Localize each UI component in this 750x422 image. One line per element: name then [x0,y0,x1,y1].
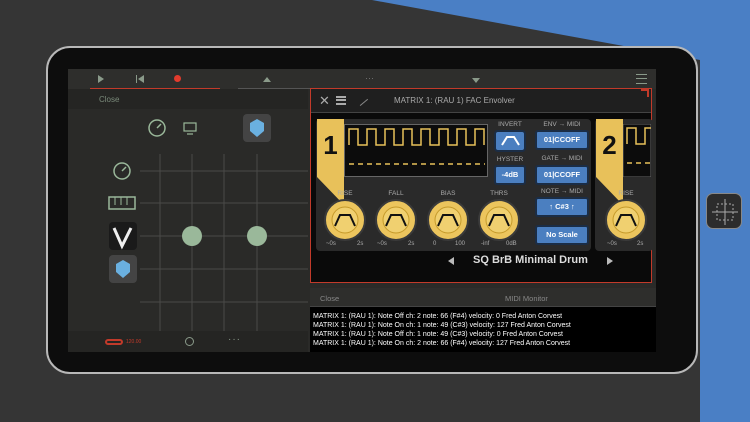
note-midi-button[interactable]: ↑ C#3 ↑ [535,197,589,217]
rise-label: RISE [618,190,634,197]
matrix-grid[interactable] [68,109,308,331]
plugin-v-icon[interactable] [109,222,137,250]
rewind-icon[interactable] [136,75,144,83]
log-line: MATRIX 1: (RAU 1): Note Off ch: 1 note: … [313,331,563,338]
invert-button[interactable] [494,130,526,152]
rise-label: RISE [337,190,353,197]
bottom-bar: 120.00 ··· [68,331,308,352]
note-midi-label: NOTE → MIDI [541,188,583,195]
log-line: MATRIX 1: (RAU 1): Note On ch: 2 note: 6… [313,340,571,347]
bias-label: BIAS [440,190,456,197]
fall-label: FALL [388,190,404,197]
chevron-down-icon[interactable] [472,78,480,83]
plugin-logo-icon[interactable] [109,255,137,283]
midi-monitor: Close MIDI Monitor MATRIX 1: (RAU 1): No… [310,288,656,352]
log-line: MATRIX 1: (RAU 1): Note On ch: 1 note: 4… [313,322,571,329]
keyboard-icon[interactable] [108,196,136,210]
rise-knob[interactable] [604,198,648,242]
list-icon[interactable] [336,96,346,105]
plugin-header: ✕ MATRIX 1: (RAU 1) FAC Envolver [311,89,651,113]
app-screen: ··· Close 120.00 ··· ✕ MATRIX 1: (RAU 1)… [68,69,656,352]
fall-knob[interactable] [374,198,418,242]
rise-max: 2s [637,241,644,247]
unit-number: 1 [323,130,338,160]
record-icon[interactable] [174,75,181,82]
gauge-icon[interactable] [113,162,131,180]
invert-label: INVERT [498,121,522,128]
gauge-icon[interactable] [148,119,166,137]
env-midi-label: ENV → MIDI [543,121,581,128]
midi-monitor-header: Close MIDI Monitor [310,288,656,307]
tempo-readout[interactable]: 120.00 [126,339,141,345]
matrix-node[interactable] [182,226,202,246]
thrs-min: -inf [481,241,490,247]
env-midi-button[interactable]: 01|CCOFF [535,130,589,150]
monitor-icon[interactable] [183,122,197,135]
plugin-window: ✕ MATRIX 1: (RAU 1) FAC Envolver 1 INVER… [310,88,653,283]
matrix-panel [68,109,308,331]
matrix-node[interactable] [247,226,267,246]
fall-min: ~0s [377,241,387,247]
thrs-max: 0dB [506,241,517,247]
rise-max: 2s [357,241,364,247]
next-preset-icon[interactable] [607,257,613,265]
crosshair-button[interactable] [706,193,742,229]
midi-monitor-title: MIDI Monitor [505,294,548,303]
resize-corner[interactable] [641,89,649,97]
more-icon[interactable]: ··· [228,334,241,345]
hyster-button[interactable]: -4dB [494,165,526,185]
chevron-up-icon[interactable] [263,77,271,82]
clock-icon[interactable] [185,337,194,346]
gate-midi-button[interactable]: 01|CCOFF [535,165,589,185]
link-icon[interactable] [105,339,123,345]
prev-preset-icon[interactable] [448,257,454,265]
bias-max: 100 [455,241,466,247]
scale-button[interactable]: No Scale [535,225,589,245]
plugin-logo-icon[interactable] [243,114,271,142]
fall-max: 2s [408,241,415,247]
rise-min: ~0s [607,241,617,247]
bias-min: 0 [433,241,437,247]
close-icon[interactable]: ✕ [319,93,330,109]
midi-log: MATRIX 1: (RAU 1): Note Off ch: 2 note: … [313,312,571,348]
thrs-knob[interactable] [477,198,521,242]
rise-min: ~0s [326,241,336,247]
play-icon[interactable] [98,75,104,83]
signal-scope [623,124,651,177]
signal-scope [344,124,488,177]
thrs-label: THRS [490,190,508,197]
rise-knob[interactable] [323,198,367,242]
close-button[interactable]: Close [320,294,339,303]
gate-midi-label: GATE → MIDI [541,155,583,162]
plugin-title: MATRIX 1: (RAU 1) FAC Envolver [394,96,515,105]
left-close-bar: Close [68,89,308,109]
bias-knob[interactable] [426,198,470,242]
menu-icon[interactable] [636,74,647,84]
hyster-label: HYSTER [496,156,524,163]
wand-icon[interactable] [353,91,369,107]
more-icon[interactable]: ··· [365,73,374,83]
transport-bar: ··· [68,69,656,89]
close-button[interactable]: Close [99,95,119,104]
preset-name[interactable]: SQ BrB Minimal Drum [473,254,588,266]
unit-number: 2 [602,130,617,160]
log-line: MATRIX 1: (RAU 1): Note Off ch: 2 note: … [313,313,563,320]
